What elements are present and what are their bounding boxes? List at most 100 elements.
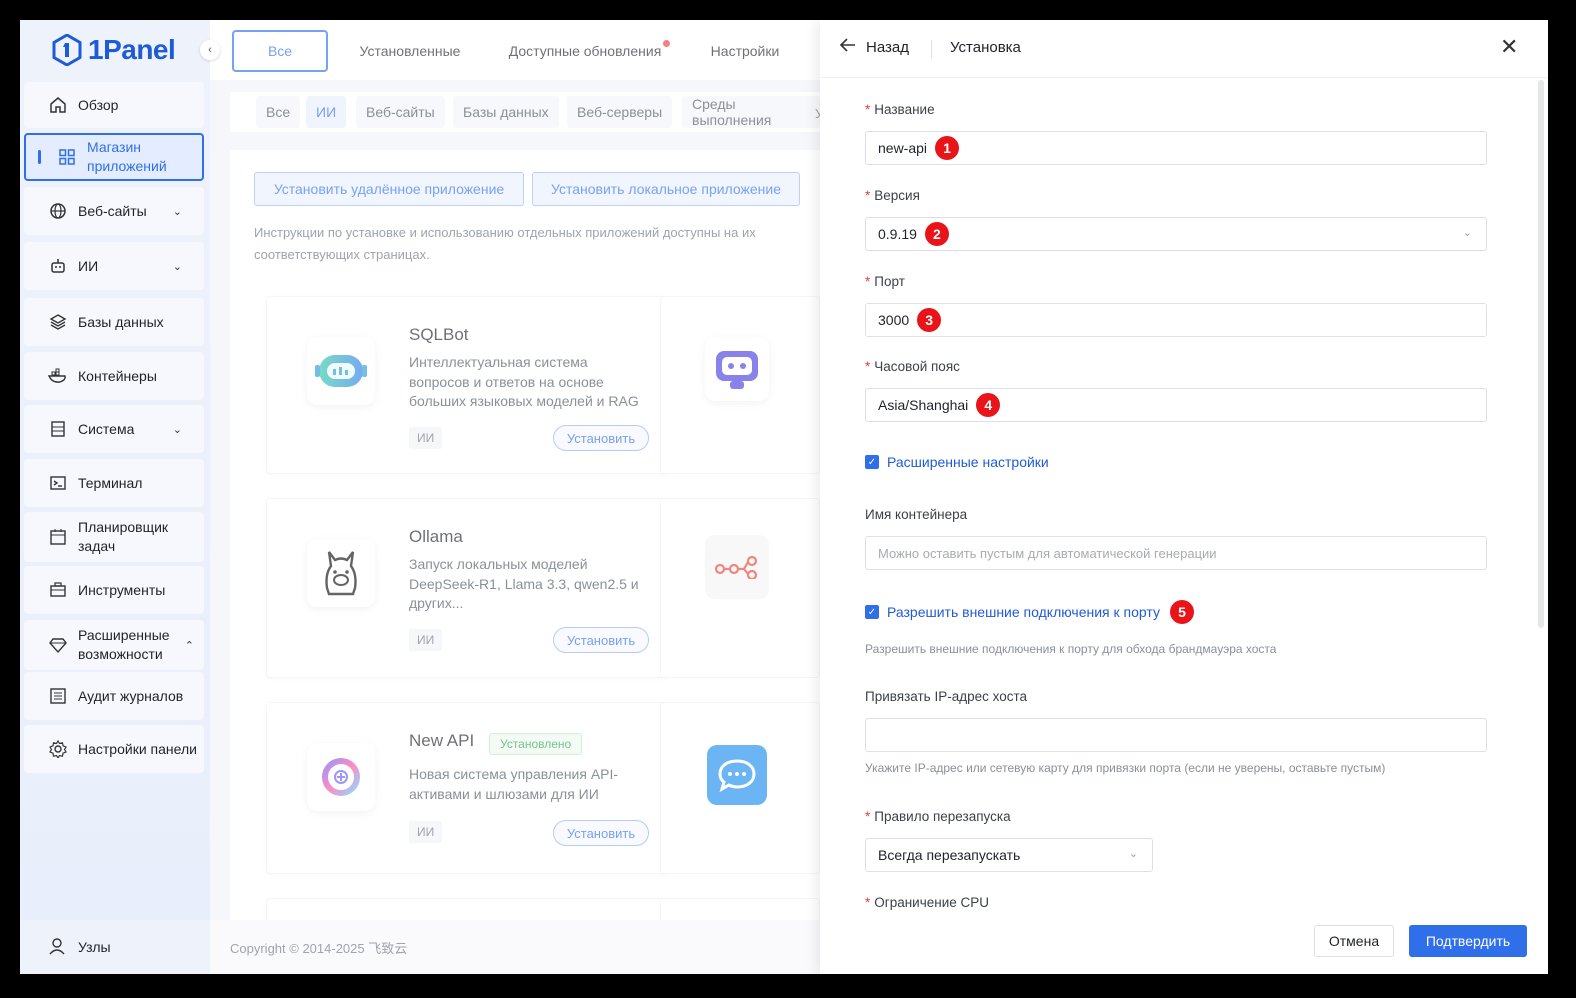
sidebar-item-websites[interactable]: Веб-сайты ⌄ [24,187,204,235]
sidebar-item-terminal[interactable]: Терминал [24,459,204,507]
back-label: Назад [866,38,909,56]
confirm-button[interactable]: Подтвердить [1409,925,1527,957]
sidebar-item-databases[interactable]: Базы данных [24,298,204,346]
sidebar-item-label: Расширенные возможности [78,627,170,662]
calendar-icon [48,527,68,547]
install-button[interactable]: Установить [553,425,649,451]
sidebar-item-system[interactable]: Система ⌄ [24,405,204,453]
sidebar-item-audit-logs[interactable]: Аудит журналов [24,672,204,720]
sidebar-item-tools[interactable]: Инструменты [24,566,204,614]
restart-policy-select[interactable]: Всегда перезапускать ⌄ [865,838,1153,872]
chevron-up-icon: ⌃ [184,639,194,652]
docker-icon [48,366,68,386]
server-icon [48,419,68,439]
external-access-checkbox[interactable]: ✓ Разрешить внешние подключения к порту … [865,600,1194,624]
install-button[interactable]: Установить [553,820,649,846]
install-local-button[interactable]: Установить локальное приложение [532,172,800,206]
app-description: Интеллектуальная система вопросов и отве… [409,354,639,409]
app-card-partial[interactable] [660,498,820,678]
host-ip-input[interactable] [865,718,1487,752]
app-card-ollama[interactable]: Ollama Запуск локальных моделей DeepSeek… [266,498,670,678]
app-card-sqlbot[interactable]: SQLBot Интеллектуальная система вопросов… [266,296,670,474]
app-card-partial[interactable] [660,702,820,874]
sidebar-item-label: Терминал [78,474,143,491]
sidebar-item-containers[interactable]: Контейнеры [24,352,204,400]
name-value: new-api [878,140,928,156]
sidebar-item-label: Контейнеры [78,367,157,384]
port-input[interactable]: 3000 3 [865,303,1487,337]
drawer-footer: Отмена Подтвердить [820,920,1548,974]
version-label: * Версия [865,188,920,203]
apps-grid-icon [57,147,77,167]
sidebar-item-advanced[interactable]: Расширенные возможности ⌃ [24,620,204,670]
category-databases[interactable]: Базы данных [453,96,559,128]
timezone-input[interactable]: Asia/Shanghai 4 [865,388,1487,422]
advanced-settings-label: Расширенные настройки [887,454,1049,470]
category-all[interactable]: Все [256,96,301,128]
port-label: * Порт [865,274,905,289]
app-card-partial[interactable] [660,296,820,474]
chevron-down-icon: ⌄ [172,260,182,273]
sqlbot-logo-icon [307,337,375,405]
tab-all[interactable]: Все [232,30,328,72]
workflow-logo-icon [705,535,769,599]
category-websites[interactable]: Веб-сайты [356,96,445,128]
close-icon[interactable]: ✕ [1500,36,1518,58]
cancel-button[interactable]: Отмена [1314,925,1394,957]
robot-icon [48,256,68,276]
sidebar-item-overview[interactable]: Обзор [24,82,204,128]
category-ai[interactable]: ИИ [306,96,347,128]
app-window: 1Panel ‹ Обзор Магазин приложений Веб-са… [20,20,1548,974]
drawer-header: Назад Установка ✕ [820,20,1548,78]
scrollbar[interactable] [1538,80,1544,628]
update-dot [663,40,670,47]
logo[interactable]: 1Panel [52,32,176,68]
sidebar-item-label: Магазин приложений [87,139,167,174]
app-tag: ИИ [409,427,443,449]
collapse-sidebar-icon[interactable]: ‹ [200,40,220,60]
container-name-label: Имя контейнера [865,507,968,522]
step-marker-2: 2 [924,222,949,246]
cpu-limit-label: * Ограничение CPU [865,895,990,910]
footer: Copyright © 2014-2025 飞致云 [210,920,820,974]
back-button[interactable]: Назад [839,38,909,56]
layers-icon [48,312,68,332]
home-icon [48,95,68,115]
tab-installed[interactable]: Установленные [350,30,470,72]
category-runtimes[interactable]: Среды выполнения [682,96,820,128]
category-web-servers[interactable]: Веб-серверы [567,96,673,128]
sidebar-item-label: Обзор [78,96,119,113]
sidebar-item-label: Базы данных [78,313,164,330]
advanced-settings-checkbox[interactable]: ✓ Расширенные настройки [865,454,1049,470]
app-name: Ollama [409,527,463,546]
sidebar-item-label: ИИ [78,257,99,274]
app-tag: ИИ [409,629,443,651]
gear-icon [48,739,68,759]
host-ip-hint: Укажите IP-адрес или сетевую карту для п… [865,761,1386,775]
sidebar-item-nodes[interactable]: Узлы [20,920,210,974]
sidebar-item-scheduler[interactable]: Планировщик задач [24,512,204,562]
sidebar-item-ai[interactable]: ИИ ⌄ [24,242,204,290]
sidebar-item-app-store[interactable]: Магазин приложений [24,133,204,181]
sidebar-item-label: Узлы [78,939,111,955]
timezone-label: * Часовой пояс [865,359,960,374]
logo-icon [52,34,82,66]
sidebar-item-panel-settings[interactable]: Настройки панели [24,725,204,773]
app-card-new-api[interactable]: New API Установлено Новая система управл… [266,702,670,874]
bot-logo-icon [705,337,769,401]
install-remote-button[interactable]: Установить удалённое приложение [254,172,524,206]
version-select[interactable]: 0.9.19 2 ⌄ [865,217,1487,251]
drawer-title: Установка [950,39,1021,56]
list-icon [48,686,68,706]
tab-settings[interactable]: Настройки [700,30,790,72]
host-ip-label: Привязать IP-адрес хоста [865,689,1027,704]
install-drawer: Назад Установка ✕ * Название new-api 1 * В… [820,20,1548,974]
name-input[interactable]: new-api 1 [865,131,1487,165]
app-description: Новая система управления API-активами и … [409,766,619,802]
name-label: * Название [865,102,935,117]
tab-updates[interactable]: Доступные обновления [500,30,670,72]
diamond-icon [48,635,68,655]
container-name-input[interactable]: Можно оставить пустым для автоматической… [865,536,1487,570]
install-button[interactable]: Установить [553,627,649,653]
copyright: Copyright © 2014-2025 飞致云 [230,940,408,956]
